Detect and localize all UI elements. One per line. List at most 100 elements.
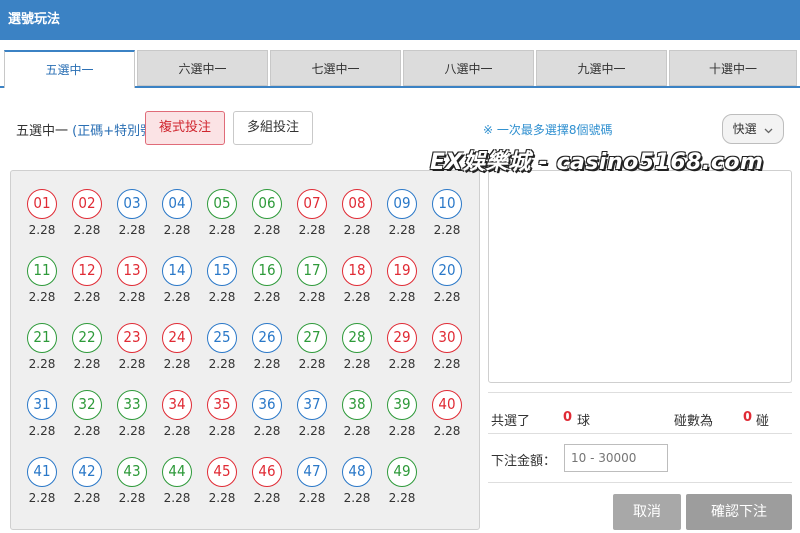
number-ball-26[interactable]: 26 xyxy=(252,323,282,353)
quick-pick-button[interactable]: 快選 xyxy=(722,114,784,144)
number-ball-45[interactable]: 45 xyxy=(207,457,237,487)
ball-odds: 2.28 xyxy=(388,223,416,237)
number-ball-38[interactable]: 38 xyxy=(342,390,372,420)
ball-odds: 2.28 xyxy=(433,223,461,237)
ball-odds: 2.28 xyxy=(253,491,281,505)
number-ball-43[interactable]: 43 xyxy=(117,457,147,487)
number-ball-07[interactable]: 07 xyxy=(297,189,327,219)
number-ball-25[interactable]: 25 xyxy=(207,323,237,353)
ball-odds: 2.28 xyxy=(28,491,56,505)
ball-odds: 2.28 xyxy=(73,290,101,304)
ball-odds: 2.28 xyxy=(253,290,281,304)
ball-odds: 2.28 xyxy=(73,491,101,505)
divider xyxy=(488,392,792,393)
ball-odds: 2.28 xyxy=(388,357,416,371)
selected-numbers-box xyxy=(488,170,792,383)
ball-odds: 2.28 xyxy=(163,223,191,237)
number-ball-10[interactable]: 10 xyxy=(432,189,462,219)
bet-amount-input[interactable] xyxy=(564,444,668,472)
number-ball-28[interactable]: 28 xyxy=(342,323,372,353)
number-ball-05[interactable]: 05 xyxy=(207,189,237,219)
max-selection-hint: ※ 一次最多選擇8個號碼 xyxy=(483,123,613,137)
tab-ten-select-one[interactable]: 十選中一 xyxy=(669,50,797,86)
number-ball-32[interactable]: 32 xyxy=(72,390,102,420)
ball-odds: 2.28 xyxy=(388,290,416,304)
number-ball-22[interactable]: 22 xyxy=(72,323,102,353)
number-ball-42[interactable]: 42 xyxy=(72,457,102,487)
number-ball-14[interactable]: 14 xyxy=(162,256,192,286)
tab-seven-select-one[interactable]: 七選中一 xyxy=(270,50,401,86)
tab-five-select-one[interactable]: 五選中一 xyxy=(4,50,135,88)
quick-pick-label: 快選 xyxy=(732,122,757,136)
ball-odds: 2.28 xyxy=(163,424,191,438)
combo-count-label: 碰數為 xyxy=(674,414,714,429)
number-ball-09[interactable]: 09 xyxy=(387,189,417,219)
number-ball-01[interactable]: 01 xyxy=(27,189,57,219)
ball-odds: 2.28 xyxy=(343,357,371,371)
multi-group-bet-button[interactable]: 多組投注 xyxy=(233,111,313,145)
number-ball-21[interactable]: 21 xyxy=(27,323,57,353)
ball-odds: 2.28 xyxy=(343,491,371,505)
number-ball-04[interactable]: 04 xyxy=(162,189,192,219)
ball-odds: 2.28 xyxy=(28,424,56,438)
ball-odds: 2.28 xyxy=(388,424,416,438)
number-ball-39[interactable]: 39 xyxy=(387,390,417,420)
ball-odds: 2.28 xyxy=(118,357,146,371)
divider xyxy=(488,433,792,434)
complex-bet-button[interactable]: 複式投注 xyxy=(145,111,225,145)
number-ball-16[interactable]: 16 xyxy=(252,256,282,286)
combo-count-value: 0 xyxy=(743,410,753,425)
number-ball-23[interactable]: 23 xyxy=(117,323,147,353)
number-ball-30[interactable]: 30 xyxy=(432,323,462,353)
number-ball-34[interactable]: 34 xyxy=(162,390,192,420)
ball-odds: 2.28 xyxy=(73,357,101,371)
tab-eight-select-one[interactable]: 八選中一 xyxy=(403,50,534,86)
number-ball-48[interactable]: 48 xyxy=(342,457,372,487)
selected-count-unit: 球 xyxy=(577,414,591,429)
number-ball-27[interactable]: 27 xyxy=(297,323,327,353)
number-ball-31[interactable]: 31 xyxy=(27,390,57,420)
ball-odds: 2.28 xyxy=(298,290,326,304)
number-ball-33[interactable]: 33 xyxy=(117,390,147,420)
number-ball-02[interactable]: 02 xyxy=(72,189,102,219)
number-ball-46[interactable]: 46 xyxy=(252,457,282,487)
ball-odds: 2.28 xyxy=(298,424,326,438)
ball-odds: 2.28 xyxy=(163,290,191,304)
number-ball-49[interactable]: 49 xyxy=(387,457,417,487)
number-ball-41[interactable]: 41 xyxy=(27,457,57,487)
ball-odds: 2.28 xyxy=(433,290,461,304)
tab-six-select-one[interactable]: 六選中一 xyxy=(137,50,268,86)
ball-odds: 2.28 xyxy=(28,223,56,237)
number-ball-44[interactable]: 44 xyxy=(162,457,192,487)
ball-odds: 2.28 xyxy=(73,424,101,438)
number-ball-37[interactable]: 37 xyxy=(297,390,327,420)
number-ball-08[interactable]: 08 xyxy=(342,189,372,219)
number-ball-20[interactable]: 20 xyxy=(432,256,462,286)
number-ball-40[interactable]: 40 xyxy=(432,390,462,420)
number-ball-35[interactable]: 35 xyxy=(207,390,237,420)
number-ball-13[interactable]: 13 xyxy=(117,256,147,286)
ball-odds: 2.28 xyxy=(298,491,326,505)
number-ball-47[interactable]: 47 xyxy=(297,457,327,487)
ball-odds: 2.28 xyxy=(208,424,236,438)
number-ball-24[interactable]: 24 xyxy=(162,323,192,353)
number-ball-29[interactable]: 29 xyxy=(387,323,417,353)
number-ball-06[interactable]: 06 xyxy=(252,189,282,219)
number-ball-03[interactable]: 03 xyxy=(117,189,147,219)
number-ball-11[interactable]: 11 xyxy=(27,256,57,286)
ball-odds: 2.28 xyxy=(208,357,236,371)
number-ball-15[interactable]: 15 xyxy=(207,256,237,286)
number-ball-12[interactable]: 12 xyxy=(72,256,102,286)
ball-odds: 2.28 xyxy=(118,424,146,438)
number-ball-18[interactable]: 18 xyxy=(342,256,372,286)
tab-bar: 五選中一 六選中一 七選中一 八選中一 九選中一 十選中一 xyxy=(0,40,800,88)
cancel-button[interactable]: 取消 xyxy=(613,494,681,530)
ball-odds: 2.28 xyxy=(118,491,146,505)
tab-nine-select-one[interactable]: 九選中一 xyxy=(536,50,667,86)
ball-odds: 2.28 xyxy=(388,491,416,505)
number-ball-36[interactable]: 36 xyxy=(252,390,282,420)
number-ball-17[interactable]: 17 xyxy=(297,256,327,286)
number-ball-19[interactable]: 19 xyxy=(387,256,417,286)
confirm-bet-button[interactable]: 確認下注 xyxy=(686,494,792,530)
bet-amount-label: 下注金額： xyxy=(491,454,557,469)
